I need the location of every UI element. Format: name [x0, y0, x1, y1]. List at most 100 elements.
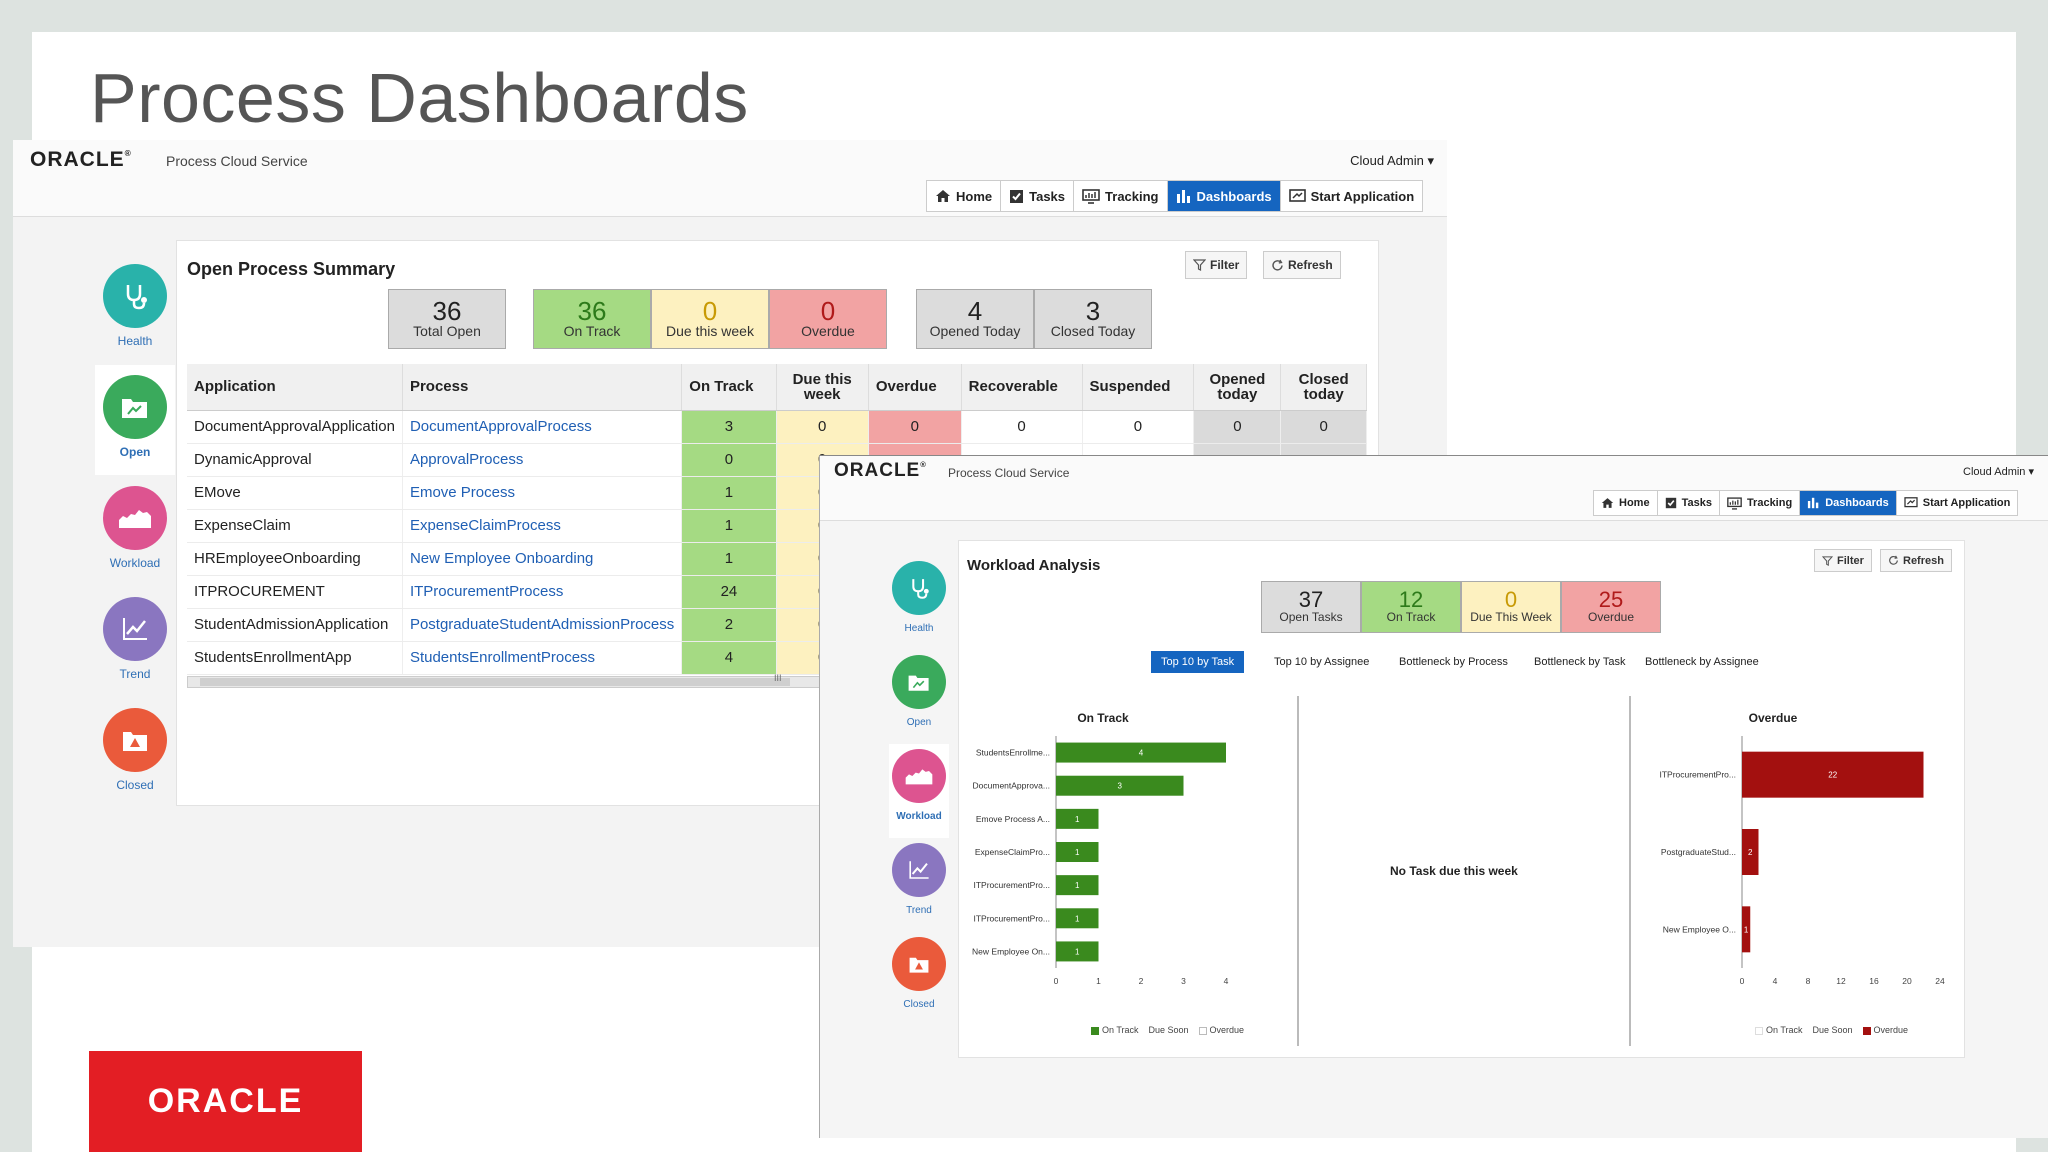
cell-process-link[interactable]: New Employee Onboarding: [402, 542, 683, 576]
cell-process-link[interactable]: StudentsEnrollmentProcess: [402, 641, 683, 675]
horizontal-scrollbar[interactable]: III: [187, 673, 827, 688]
nav-start-application[interactable]: Start Application: [1281, 181, 1423, 211]
cell-closed: 0: [1280, 410, 1367, 444]
sidebar-label-health: Health: [904, 623, 934, 634]
nav-tasks[interactable]: Tasks: [1658, 491, 1720, 515]
chart-data-label: 3: [1118, 782, 1123, 791]
sidebar-item-health[interactable]: Health: [889, 561, 949, 634]
chart-separator: [1629, 696, 1631, 1046]
user-menu[interactable]: Cloud Admin ▾: [1350, 153, 1434, 169]
cell-process-link[interactable]: ApprovalProcess: [402, 443, 683, 477]
chart-data-label: 1: [1744, 925, 1749, 934]
kpi-total-open: 36 Total Open: [388, 289, 506, 349]
tab-bottleneck-by-assignee[interactable]: Bottleneck by Assignee: [1635, 651, 1769, 673]
chart-separator: [1297, 696, 1299, 1046]
tab-top10-by-assignee[interactable]: Top 10 by Assignee: [1264, 651, 1379, 673]
sidebar-item-workload[interactable]: Workload: [889, 749, 949, 822]
nav-home[interactable]: Home: [927, 181, 1002, 211]
nav-home[interactable]: Home: [1594, 491, 1658, 515]
cell-on-track: 1: [681, 542, 777, 576]
kpi-label: Opened Today: [929, 323, 1021, 340]
legend-item-overdue: Overdue: [1198, 1025, 1244, 1035]
chart-tick-label: 16: [1869, 976, 1879, 986]
sidebar-label-workload: Workload: [896, 811, 942, 822]
user-menu[interactable]: Cloud Admin ▾: [1963, 465, 2034, 478]
sidebar-label-trend: Trend: [119, 667, 151, 681]
col-opened-today[interactable]: Opened today: [1193, 364, 1282, 411]
on-track-legend: On Track Due Soon Overdue: [1091, 1025, 1244, 1035]
chart-tick-label: 2: [1139, 976, 1144, 986]
trend-icon: [103, 597, 167, 661]
filter-button[interactable]: Filter: [1814, 549, 1872, 572]
cell-application: DynamicApproval: [187, 443, 403, 477]
kpi-label: Closed Today: [1050, 323, 1136, 340]
kpi-opened-today: 4 Opened Today: [916, 289, 1034, 349]
nav-tracking[interactable]: Tracking: [1074, 181, 1168, 211]
refresh-button[interactable]: Refresh: [1263, 251, 1341, 279]
nav-dashboards[interactable]: Dashboards: [1167, 181, 1281, 211]
col-recoverable[interactable]: Recoverable: [961, 364, 1083, 411]
chart-title: On Track: [1077, 711, 1129, 725]
legend-item-on-track: On Track: [1755, 1025, 1803, 1035]
legend-label: Due Soon: [1148, 1025, 1189, 1035]
col-due-this-week[interactable]: Due this week: [776, 364, 869, 411]
sidebar-item-health[interactable]: Health: [95, 264, 175, 348]
cell-process-link[interactable]: ExpenseClaimProcess: [402, 509, 683, 543]
sidebar-item-closed[interactable]: Closed: [95, 708, 175, 792]
filter-label: Filter: [1210, 258, 1240, 272]
refresh-button[interactable]: Refresh: [1880, 549, 1952, 572]
slide-title: Process Dashboards: [90, 59, 749, 137]
legend-item-on-track: On Track: [1091, 1025, 1139, 1035]
cell-process-link[interactable]: PostgraduateStudentAdmissionProcess: [402, 608, 683, 642]
chart-tick-label: 24: [1935, 976, 1945, 986]
overdue-chart: Overdue ITProcurementPro... 22 Postgraduate…: [1659, 711, 1945, 986]
sidebar-item-open[interactable]: Open: [889, 655, 949, 728]
table-row[interactable]: DocumentApprovalApplication DocumentAppr…: [187, 410, 1367, 444]
nav-tracking[interactable]: Tracking: [1720, 491, 1801, 515]
cell-process-link[interactable]: Emove Process: [402, 476, 683, 510]
tab-top10-by-task[interactable]: Top 10 by Task: [1151, 651, 1245, 673]
nav-start-application[interactable]: Start Application: [1897, 491, 2018, 515]
legend-label: Due Soon: [1812, 1025, 1853, 1035]
trend-icon: [892, 843, 946, 897]
scrollbar-thumb[interactable]: [200, 678, 790, 686]
col-overdue[interactable]: Overdue: [868, 364, 962, 411]
col-closed-today[interactable]: Closed today: [1280, 364, 1367, 411]
sidebar-item-trend[interactable]: Trend: [889, 843, 949, 916]
sidebar-item-workload[interactable]: Workload: [95, 486, 175, 570]
col-on-track[interactable]: On Track: [681, 364, 777, 411]
cell-on-track: 1: [681, 476, 777, 510]
chart-tick-label: 8: [1806, 976, 1811, 986]
sidebar-item-closed[interactable]: Closed: [889, 937, 949, 1010]
cell-process-link[interactable]: ITProcurementProcess: [402, 575, 683, 609]
kpi-due-this-week: 0 Due this week: [651, 289, 769, 349]
chart-category-label: ITProcurementPro...: [973, 880, 1050, 890]
tab-bottleneck-by-process[interactable]: Bottleneck by Process: [1389, 651, 1518, 673]
kpi-value: 12: [1398, 587, 1424, 613]
col-suspended[interactable]: Suspended: [1082, 364, 1195, 411]
chart-category-label: PostgraduateStud...: [1661, 847, 1736, 857]
chart-data-label: 1: [1075, 815, 1080, 824]
start-application-icon: [1904, 497, 1918, 508]
sidebar-item-trend[interactable]: Trend: [95, 597, 175, 681]
overdue-legend: On Track Due Soon Overdue: [1755, 1025, 1908, 1035]
kpi-value: 4: [967, 296, 983, 327]
health-icon: [892, 561, 946, 615]
oracle-logo: ORACLE®: [30, 148, 132, 171]
chart-category-label: Emove Process A...: [976, 814, 1050, 824]
refresh-icon: [1889, 555, 1898, 565]
chart-data-label: 2: [1748, 848, 1753, 857]
chart-category-label: StudentsEnrollme...: [976, 748, 1050, 758]
dashboards-icon: [1176, 189, 1190, 203]
cell-on-track: 0: [681, 443, 777, 477]
filter-button[interactable]: Filter: [1185, 251, 1248, 279]
nav-tasks[interactable]: Tasks: [1001, 181, 1075, 211]
cell-process-link[interactable]: DocumentApprovalProcess: [402, 410, 683, 444]
col-application[interactable]: Application: [187, 364, 403, 411]
sidebar-item-open[interactable]: Open: [95, 375, 175, 459]
cell-application: StudentsEnrollmentApp: [187, 641, 403, 675]
col-process[interactable]: Process: [402, 364, 683, 411]
nav-dashboards[interactable]: Dashboards: [1800, 491, 1897, 515]
nav-tracking-label: Tracking: [1746, 497, 1793, 509]
tab-bottleneck-by-task[interactable]: Bottleneck by Task: [1524, 651, 1636, 673]
